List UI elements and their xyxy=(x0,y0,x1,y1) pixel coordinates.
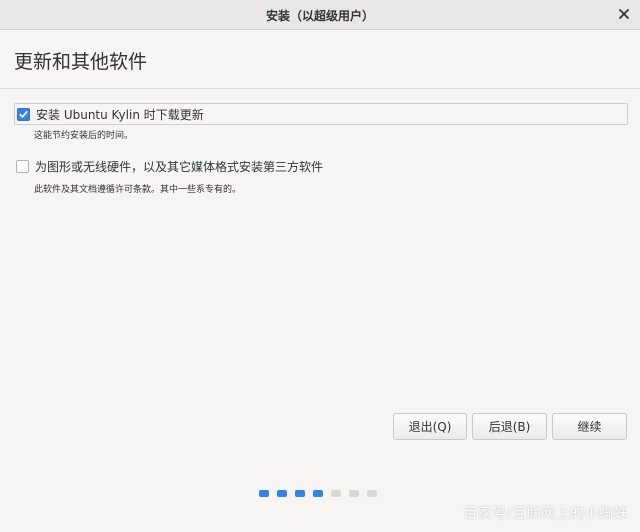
check-icon xyxy=(19,110,28,118)
quit-button[interactable]: 退出(Q) xyxy=(393,413,467,440)
third-party-label: 为图形或无线硬件，以及其它媒体格式安装第三方软件 xyxy=(35,159,324,174)
progress-step xyxy=(331,490,341,497)
watermark: 百家号/互联网上的小蜘蛛 xyxy=(463,506,628,522)
progress-step xyxy=(259,490,269,497)
close-button[interactable] xyxy=(614,4,634,24)
page-title: 更新和其他软件 xyxy=(14,51,148,73)
download-updates-label: 安装 Ubuntu Kylin 时下载更新 xyxy=(36,107,204,122)
third-party-description: 此软件及其文档遵循许可条款。其中一些系专有的。 xyxy=(34,185,242,195)
back-button[interactable]: 后退(B) xyxy=(472,413,547,440)
progress-indicator xyxy=(259,490,377,498)
close-icon xyxy=(619,9,629,19)
third-party-option[interactable]: 为图形或无线硬件，以及其它媒体格式安装第三方软件 xyxy=(14,155,628,177)
window-title: 安装（以超级用户） xyxy=(265,9,374,23)
continue-button[interactable]: 继续 xyxy=(552,413,627,440)
progress-step xyxy=(277,490,287,497)
download-updates-description: 这能节约安装后的时间。 xyxy=(34,131,134,141)
download-updates-checkbox[interactable] xyxy=(17,107,30,121)
progress-step xyxy=(349,490,359,497)
download-updates-option[interactable]: 安装 Ubuntu Kylin 时下载更新 xyxy=(14,103,628,125)
progress-step xyxy=(367,490,377,497)
progress-step xyxy=(295,490,305,497)
third-party-checkbox[interactable] xyxy=(16,159,29,173)
title-bar: 安装（以超级用户） xyxy=(0,0,640,30)
progress-step xyxy=(313,490,323,497)
header-divider xyxy=(0,88,640,89)
